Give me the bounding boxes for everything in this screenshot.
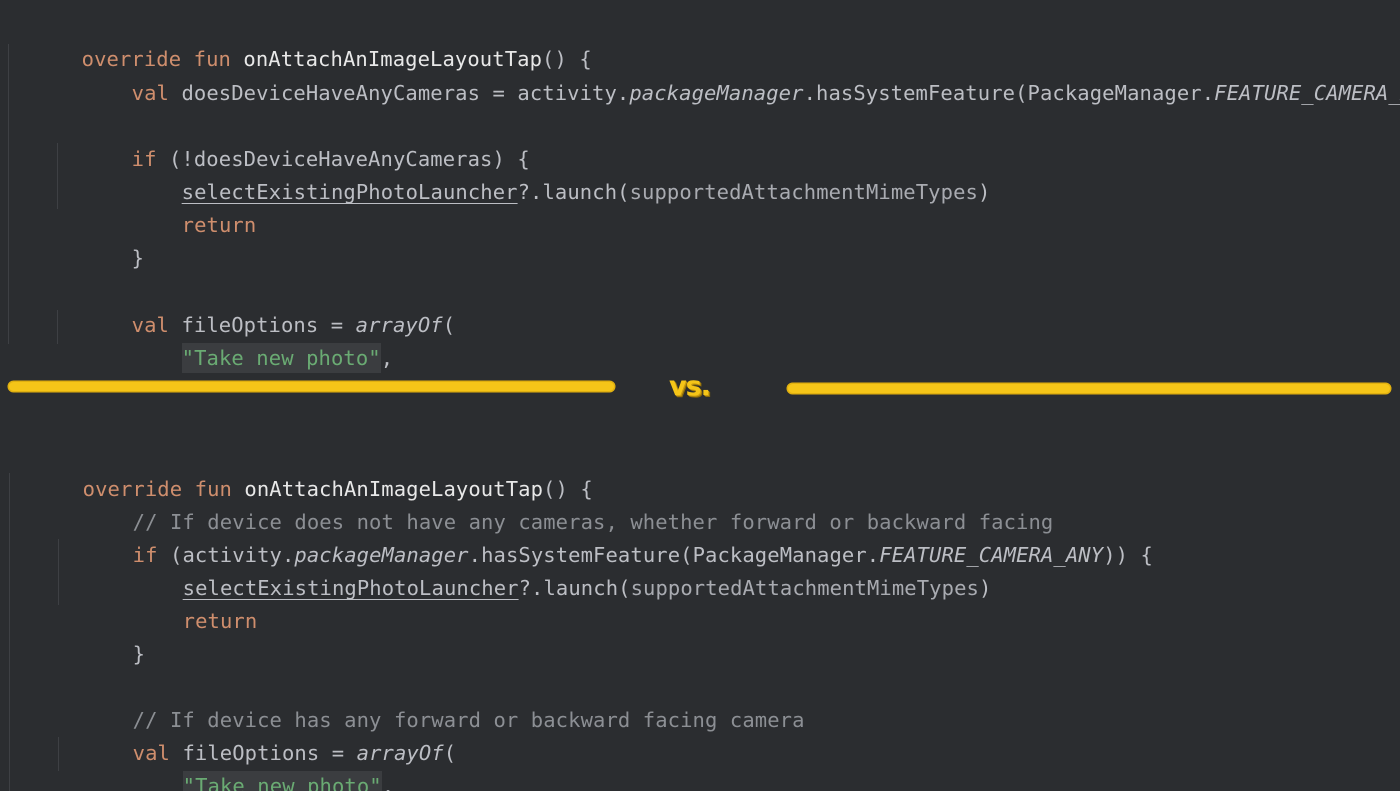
string-literal: "Take new photo"	[182, 771, 382, 791]
code-line-3: if (activity.packageManager.hasSystemFea…	[58, 506, 1153, 567]
keyword: val	[131, 81, 182, 105]
closing-brace: }	[131, 246, 145, 270]
method-call: ?.launch(	[517, 180, 630, 204]
code-line-4: selectExistingPhotoLauncher?.launch(supp…	[108, 539, 992, 600]
code-line-7: // If device has any forward or backward…	[58, 671, 805, 732]
class-ref: PackageManager.	[1027, 81, 1215, 105]
code-line-8: val fileOptions = arrayOf(	[58, 704, 456, 765]
punctuation: )	[977, 180, 991, 204]
code-line-7: val fileOptions = arrayOf(	[57, 276, 455, 337]
variable: doesDeviceHaveAnyCameras =	[181, 81, 518, 105]
closing-brace: }	[132, 642, 146, 666]
code-line-5: return	[108, 572, 258, 633]
method-call: .hasSystemFeature(	[803, 81, 1028, 105]
divider-bar-left	[9, 382, 614, 391]
code-line-4: selectExistingPhotoLauncher?.launch(supp…	[107, 143, 991, 204]
code-line-6: }	[58, 605, 145, 666]
code-line-1: override fun onAttachAnImageLayoutTap() …	[8, 440, 593, 501]
code-snippet-before: override fun onAttachAnImageLayoutTap() …	[0, 0, 1400, 373]
divider-bar-right	[788, 384, 1390, 393]
method-call: ?.launch(	[518, 576, 631, 600]
code-line-6: }	[57, 209, 144, 270]
argument: supportedAttachmentMimeTypes	[630, 576, 979, 600]
keyword: return	[182, 609, 258, 633]
object-ref: activity.	[517, 81, 630, 105]
code-line-3: if (!doesDeviceHaveAnyCameras) {	[57, 110, 530, 171]
code-line-9: "Take new photo",	[108, 737, 394, 791]
punctuation: )) {	[1103, 543, 1153, 567]
code-line-2: val doesDeviceHaveAnyCameras = activity.…	[57, 44, 1400, 105]
versus-divider: vs.	[0, 360, 1400, 420]
code-line-1: override fun onAttachAnImageLayoutTap() …	[7, 10, 592, 71]
code-line-2: // If device does not have any cameras, …	[58, 473, 1054, 534]
versus-label: vs.	[669, 371, 711, 402]
argument: supportedAttachmentMimeTypes	[629, 180, 978, 204]
punctuation: )	[978, 576, 992, 600]
property: packageManager	[629, 81, 804, 105]
constant: FEATURE_CAMERA_ANY	[1214, 81, 1400, 105]
code-line-8: "Take new photo",	[107, 309, 393, 373]
punctuation: ,	[381, 774, 395, 791]
keyword: return	[181, 213, 257, 237]
punctuation: (	[443, 741, 457, 765]
code-snippet-after: override fun onAttachAnImageLayoutTap() …	[0, 440, 1400, 791]
punctuation: (	[442, 313, 456, 337]
comparison-canvas: override fun onAttachAnImageLayoutTap() …	[0, 0, 1400, 791]
code-line-5: return	[107, 176, 257, 237]
